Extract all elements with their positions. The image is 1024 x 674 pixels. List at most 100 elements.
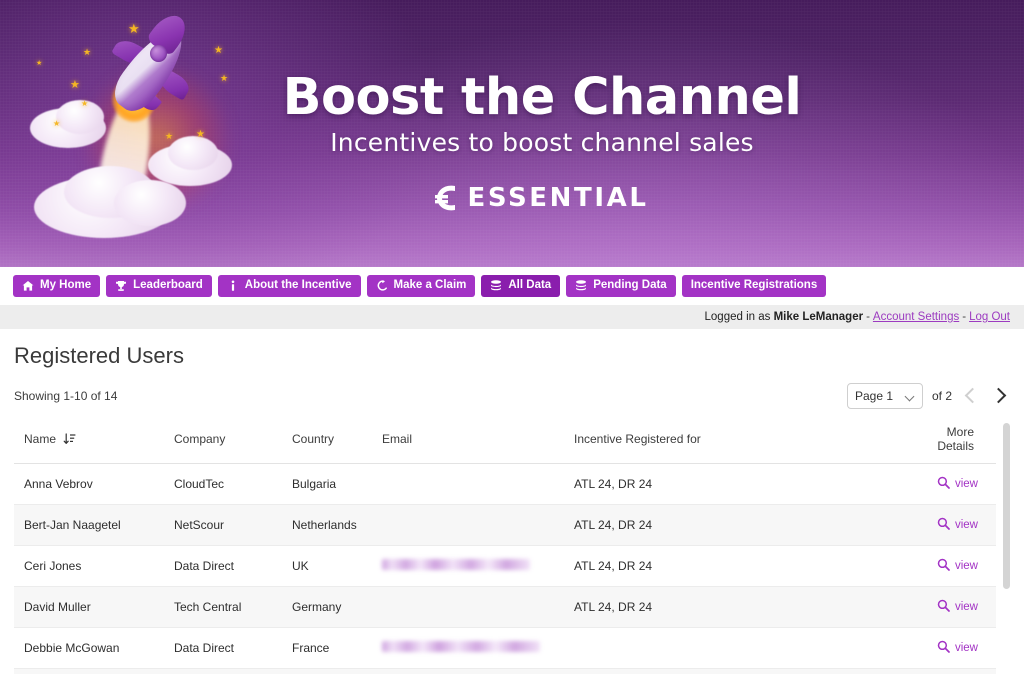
nav-button-incentive-registrations[interactable]: Incentive Registrations bbox=[681, 275, 827, 297]
table-header-row: Name Company Country Email Incentive Reg… bbox=[14, 419, 996, 464]
cell-country: UK bbox=[282, 545, 372, 587]
cell-incentive: ATL 24, DR 24 bbox=[564, 586, 904, 628]
cell-name: Anna Vebrov bbox=[14, 463, 164, 505]
cell-email bbox=[372, 463, 564, 505]
hero-banner: ★ ★ ★ ★ ★ ★ ★ ★ ★ ★ Boost the Channel Incentives … bbox=[0, 0, 1024, 267]
banner-subtitle: Incentives to boost channel sales bbox=[330, 128, 754, 158]
cell-name: Debbie McGowan bbox=[14, 627, 164, 669]
cell-company: CloudTec bbox=[164, 463, 282, 505]
cell-company: Data Direct bbox=[164, 545, 282, 587]
rocket-window-icon bbox=[150, 45, 167, 62]
column-header-incentive[interactable]: Incentive Registered for bbox=[564, 419, 904, 464]
login-separator-2: - bbox=[962, 311, 967, 323]
nav-button-all-data[interactable]: All Data bbox=[481, 275, 561, 297]
main-content: Registered Users Showing 1-10 of 14 Page… bbox=[0, 343, 1024, 674]
table-scrollbar-thumb[interactable] bbox=[1003, 423, 1010, 589]
sort-descending-icon[interactable] bbox=[63, 433, 76, 445]
info-icon bbox=[227, 280, 239, 292]
cell-name: Ceri Jones bbox=[14, 545, 164, 587]
table-row[interactable]: David Muller Tech Central Germany ATL 24, D… bbox=[14, 586, 996, 628]
cell-more-details: view bbox=[904, 586, 996, 628]
column-header-country[interactable]: Country bbox=[282, 419, 372, 464]
home-icon bbox=[22, 280, 34, 292]
magnifier-icon bbox=[937, 640, 950, 656]
cell-email bbox=[372, 627, 564, 669]
cell-incentive bbox=[564, 627, 904, 669]
view-details-link[interactable]: view bbox=[937, 476, 978, 492]
cell-email bbox=[372, 586, 564, 628]
nav-button-make-a-claim[interactable]: Make a Claim bbox=[366, 275, 476, 297]
cell-incentive: ATL 24, DR 24 bbox=[564, 504, 904, 546]
column-header-name-label: Name bbox=[24, 432, 57, 446]
magnifier-icon bbox=[937, 599, 950, 615]
magnifier-icon bbox=[937, 517, 950, 533]
chevron-left-icon[interactable] bbox=[961, 384, 981, 408]
nav-button-label: Incentive Registrations bbox=[690, 279, 818, 292]
redacted-email-value bbox=[382, 641, 540, 652]
column-header-company[interactable]: Company bbox=[164, 419, 282, 464]
log-out-link[interactable]: Log Out bbox=[969, 311, 1010, 323]
cell-more-details: view bbox=[904, 504, 996, 546]
view-details-link[interactable]: view bbox=[937, 558, 978, 574]
view-label: view bbox=[954, 560, 978, 572]
cell-incentive: MM 24, DR 24, ATL 24, DR 23, ATL 23, BK … bbox=[564, 668, 904, 674]
column-header-more-details: More Details bbox=[904, 419, 996, 464]
star-icon: ★ bbox=[53, 119, 61, 128]
view-details-link[interactable]: view bbox=[937, 640, 978, 656]
cell-country: Netherlands bbox=[282, 504, 372, 546]
nav-button-label: About the Incentive bbox=[244, 279, 352, 292]
table-vertical-scrollbar[interactable] bbox=[1003, 421, 1010, 673]
table-row[interactable]: Debbie McGowan Data Direct France view bbox=[14, 627, 996, 669]
table-row[interactable]: Ed AndersonCloudTecDenmark MM 24, DR 24, … bbox=[14, 668, 996, 674]
chevron-right-icon[interactable] bbox=[990, 384, 1010, 408]
table-row[interactable]: Anna Vebrov CloudTec Bulgaria ATL 24, DR 24… bbox=[14, 463, 996, 505]
column-header-name[interactable]: Name bbox=[14, 419, 164, 464]
brand-lockup: ESSENTIAL bbox=[262, 183, 822, 213]
cell-email bbox=[372, 668, 564, 674]
magnifier-icon bbox=[937, 558, 950, 574]
table-row[interactable]: Bert-Jan Naagetel NetScour Netherlands ATL … bbox=[14, 504, 996, 546]
login-separator-1: - bbox=[866, 311, 870, 323]
star-icon: ★ bbox=[196, 129, 205, 140]
nav-button-about-the-incentive[interactable]: About the Incentive bbox=[217, 275, 361, 297]
cell-email bbox=[372, 545, 564, 587]
nav-button-leaderboard[interactable]: Leaderboard bbox=[106, 275, 212, 297]
cell-country: Denmark bbox=[282, 668, 372, 674]
nav-button-my-home[interactable]: My Home bbox=[13, 275, 101, 297]
banner-title: Boost the Channel bbox=[282, 68, 802, 127]
view-label: view bbox=[954, 478, 978, 490]
nav-button-label: All Data bbox=[508, 279, 552, 292]
magnifier-icon bbox=[937, 476, 950, 492]
nav-button-pending-data[interactable]: Pending Data bbox=[566, 275, 676, 297]
banner-text-block: Boost the Channel Incentives to boost ch… bbox=[262, 0, 822, 267]
database-icon bbox=[490, 280, 502, 292]
star-icon: ★ bbox=[220, 73, 229, 83]
account-settings-link[interactable]: Account Settings bbox=[873, 311, 959, 323]
column-header-email[interactable]: Email bbox=[372, 419, 564, 464]
cell-company: NetScour bbox=[164, 504, 282, 546]
star-icon: ★ bbox=[83, 47, 92, 57]
view-label: view bbox=[954, 519, 978, 531]
cell-more-details: view bbox=[904, 545, 996, 587]
cell-more-details: view bbox=[904, 668, 996, 674]
table-row[interactable]: Ceri Jones Data Direct UK ATL 24, DR 24 view bbox=[14, 545, 996, 587]
database-icon bbox=[575, 280, 587, 292]
page-select-dropdown[interactable]: Page 1 bbox=[846, 383, 923, 409]
results-summary-row: Showing 1-10 of 14 Page 1 of 2 bbox=[14, 383, 1010, 409]
star-icon: ★ bbox=[36, 60, 43, 67]
nav-button-label: Leaderboard bbox=[133, 279, 203, 292]
cloud-left2-icon bbox=[56, 100, 104, 134]
view-details-link[interactable]: view bbox=[937, 599, 978, 615]
redacted-email-value bbox=[382, 559, 530, 570]
view-details-link[interactable]: view bbox=[937, 517, 978, 533]
table-body: Anna Vebrov CloudTec Bulgaria ATL 24, DR 24… bbox=[14, 463, 996, 674]
hand-pointer-icon bbox=[376, 280, 388, 292]
main-nav: My Home Leaderboard About the Incentive Mak… bbox=[0, 267, 1024, 305]
logged-in-prefix: Logged in as bbox=[704, 311, 771, 323]
cell-email bbox=[372, 504, 564, 546]
table-header: Name Company Country Email Incentive Reg… bbox=[14, 419, 996, 464]
brand-name: ESSENTIAL bbox=[467, 183, 649, 214]
view-label: view bbox=[954, 601, 978, 613]
view-label: view bbox=[954, 642, 978, 654]
login-status-bar: Logged in as Mike LeManager - Account Se… bbox=[0, 305, 1024, 329]
